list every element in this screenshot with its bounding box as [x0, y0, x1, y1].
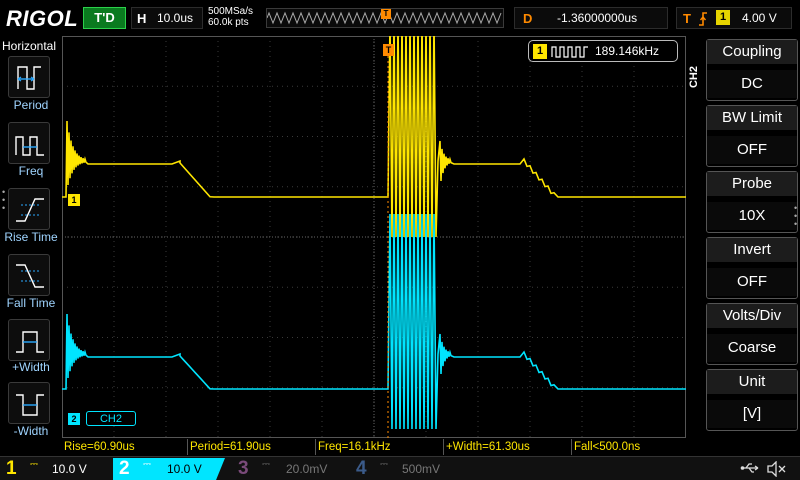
fall-time-measure-button[interactable] — [8, 254, 50, 296]
ch4-status[interactable]: 4 ⎓ 500mV — [350, 458, 462, 480]
rise-time-measure-button[interactable] — [8, 188, 50, 230]
bw-limit-menu-item[interactable]: BW Limit OFF — [706, 105, 798, 167]
ch1-number: 1 — [6, 458, 17, 479]
delay-box[interactable]: D -1.36000000us — [514, 7, 668, 29]
ch4-scale: 500mV — [402, 462, 441, 476]
counter-value: 189.146kHz — [595, 44, 660, 58]
speaker-muted-icon[interactable] — [766, 461, 786, 477]
pos-width-label: +Width — [12, 360, 50, 374]
neg-width-measure-button[interactable] — [8, 382, 50, 424]
ch3-scale: 20.0mV — [286, 462, 328, 476]
ch2-tag: CH2 — [86, 411, 136, 426]
invert-menu-item[interactable]: Invert OFF — [706, 237, 798, 299]
ch1-status[interactable]: 1 ⎓ 10.0 V — [0, 458, 110, 480]
timebase-value: 10.0us — [157, 11, 194, 25]
scroll-indicator-icon: • • • — [2, 187, 6, 213]
bw-limit-value: OFF — [707, 136, 797, 164]
ch2-scale: 10.0 V — [167, 462, 202, 476]
freq-label: Freq — [18, 164, 44, 178]
counter-channel-badge: 1 — [533, 44, 547, 59]
ch2-dc-coupling-icon: ⎓ — [143, 459, 151, 470]
invert-title: Invert — [707, 238, 797, 262]
trigger-position-marker: T — [381, 9, 391, 19]
trigger-time-marker[interactable]: T — [383, 44, 394, 56]
fall-time-label: Fall Time — [6, 296, 56, 310]
ch2-status[interactable]: 2 ⎓ 10.0 V — [113, 458, 225, 480]
delay-label: D — [523, 11, 533, 26]
channel-status-bar: 1 ⎓ 10.0 V 2 ⎓ 10.0 V 3 ⎓ 20.0mV 4 ⎓ 500… — [0, 456, 800, 480]
pos-width-measure-button[interactable] — [8, 319, 50, 361]
ch3-dc-coupling-icon: ⎓ — [262, 459, 270, 470]
ch4-dc-coupling-icon: ⎓ — [380, 459, 388, 470]
rising-edge-icon — [699, 12, 707, 26]
probe-menu-item[interactable]: Probe 10X — [706, 171, 798, 233]
neg-width-label: -Width — [13, 424, 49, 438]
rise-time-label: Rise Time — [4, 230, 58, 244]
channel-menu: CH2 Coupling DC BW Limit OFF Probe 10X •… — [686, 36, 800, 456]
trigger-level-value: 4.00 V — [742, 11, 777, 25]
ch4-number: 4 — [356, 458, 367, 479]
volts-div-title: Volts/Div — [707, 304, 797, 328]
probe-title: Probe — [707, 172, 797, 196]
invert-value: OFF — [707, 268, 797, 296]
measure-menu: Horizontal Period Freq • • • Rise Time Fal… — [0, 36, 62, 456]
rise-time-result[interactable]: Rise=60.90us — [62, 439, 188, 455]
usb-icon — [740, 463, 759, 473]
ch2-offset-marker[interactable]: 2 — [68, 413, 80, 425]
ch1-offset-marker[interactable]: 1 — [68, 194, 80, 206]
coupling-value: DC — [707, 70, 797, 98]
ch3-number: 3 — [238, 458, 249, 479]
unit-title: Unit — [707, 370, 797, 394]
unit-menu-item[interactable]: Unit [V] — [706, 369, 798, 431]
measure-category-title[interactable]: Horizontal — [2, 39, 56, 53]
brand-logo: RIGOL — [6, 6, 79, 31]
probe-value: 10X — [707, 202, 797, 230]
status-bar: RIGOL T'D H 10.0us 500MSa/s 60.0k pts T … — [0, 0, 800, 36]
period-result[interactable]: Period=61.90us — [188, 439, 316, 455]
ch2-number: 2 — [119, 458, 130, 479]
timebase-label: H — [137, 11, 147, 26]
fall-time-result[interactable]: Fall<500.0ns — [572, 439, 686, 455]
delay-value: -1.36000000us — [557, 11, 638, 25]
square-wave-icon — [551, 46, 588, 58]
bw-limit-title: BW Limit — [707, 106, 797, 130]
unit-value: [V] — [707, 400, 797, 428]
sample-rate: 500MSa/s — [208, 6, 254, 17]
memory-depth: 60.0k pts — [208, 17, 249, 28]
measurement-results: Rise=60.90us Period=61.90us Freq=16.1kHz… — [62, 438, 686, 456]
graticule — [62, 36, 686, 438]
period-label: Period — [13, 98, 49, 112]
ch3-status[interactable]: 3 ⎓ 20.0mV — [232, 458, 344, 480]
volts-div-value: Coarse — [707, 334, 797, 362]
coupling-title: Coupling — [707, 40, 797, 64]
waveform-display[interactable]: 1 189.146kHz T 1 2 CH2 T — [62, 36, 702, 438]
menu-channel-label: CH2 — [688, 66, 700, 89]
trigger-source-badge: 1 — [716, 10, 730, 25]
menu-scroll-icon: • • • — [794, 203, 798, 229]
freq-measure-button[interactable] — [8, 122, 50, 164]
coupling-menu-item[interactable]: Coupling DC — [706, 39, 798, 101]
timebase-box[interactable]: H 10.0us — [131, 7, 203, 29]
freq-result[interactable]: Freq=16.1kHz — [316, 439, 444, 455]
run-state-badge[interactable]: T'D — [83, 7, 126, 29]
ch1-scale: 10.0 V — [52, 462, 87, 476]
pos-width-result[interactable]: +Width=61.30us — [444, 439, 572, 455]
volts-div-menu-item[interactable]: Volts/Div Coarse — [706, 303, 798, 365]
memory-overview-bar[interactable]: T — [266, 8, 504, 28]
period-measure-button[interactable] — [8, 56, 50, 98]
frequency-counter[interactable]: 1 189.146kHz — [528, 40, 678, 62]
trigger-label: T — [683, 11, 691, 26]
ch1-dc-coupling-icon: ⎓ — [30, 459, 38, 470]
